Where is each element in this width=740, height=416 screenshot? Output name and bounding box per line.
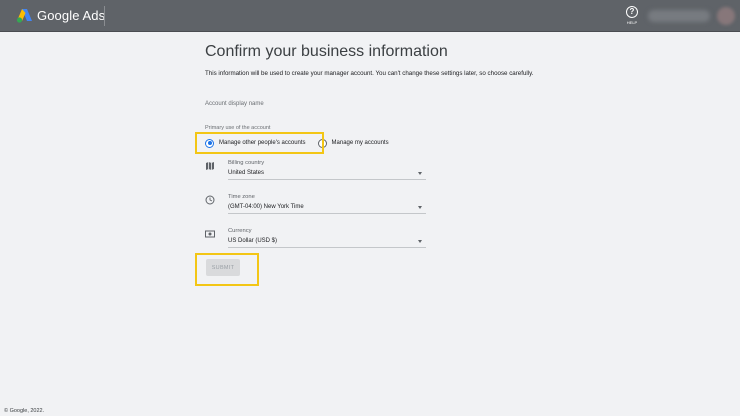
account-email-blurred[interactable] <box>648 10 710 22</box>
chevron-down-icon[interactable] <box>418 240 422 243</box>
help-button[interactable]: ? HELP <box>624 6 640 28</box>
avatar[interactable] <box>717 7 735 25</box>
primary-use-label: Primary use of the account <box>205 125 271 131</box>
top-bar: Google Ads ? HELP <box>0 0 740 32</box>
brand-divider <box>104 6 105 26</box>
currency-label: Currency <box>228 228 252 234</box>
currency-icon <box>205 230 215 238</box>
brand-name[interactable]: Google Ads <box>37 8 105 23</box>
google-ads-logo-icon[interactable] <box>16 8 33 23</box>
page-description: This information will be used to create … <box>205 70 534 77</box>
time-zone-label: Time zone <box>228 194 255 200</box>
select-underline <box>228 213 426 214</box>
help-label: HELP <box>626 20 638 25</box>
billing-country-value[interactable]: United States <box>228 170 264 176</box>
chevron-down-icon[interactable] <box>418 206 422 209</box>
help-icon: ? <box>626 6 638 18</box>
select-underline <box>228 247 426 248</box>
time-zone-select[interactable]: Time zone (GMT-04:00) New York Time <box>205 194 426 216</box>
billing-country-label: Billing country <box>228 160 265 166</box>
currency-value[interactable]: US Dollar (USD $) <box>228 238 277 244</box>
highlight-box-radio <box>195 132 324 154</box>
radio-label-manage-mine[interactable]: Manage my accounts <box>332 140 389 146</box>
chevron-down-icon[interactable] <box>418 172 422 175</box>
submit-button[interactable]: SUBMIT <box>206 259 240 276</box>
radio-manage-mine[interactable]: Manage my accounts <box>317 138 389 148</box>
account-display-name-field[interactable]: Account display name <box>205 101 264 107</box>
select-underline <box>228 179 426 180</box>
page-title: Confirm your business information <box>205 43 448 60</box>
map-icon <box>206 162 214 170</box>
time-zone-value[interactable]: (GMT-04:00) New York Time <box>228 204 304 210</box>
billing-country-select[interactable]: Billing country United States <box>205 160 426 182</box>
footer-copyright: © Google, 2022. <box>4 408 45 414</box>
currency-select[interactable]: Currency US Dollar (USD $) <box>205 228 426 250</box>
clock-icon <box>205 195 215 205</box>
